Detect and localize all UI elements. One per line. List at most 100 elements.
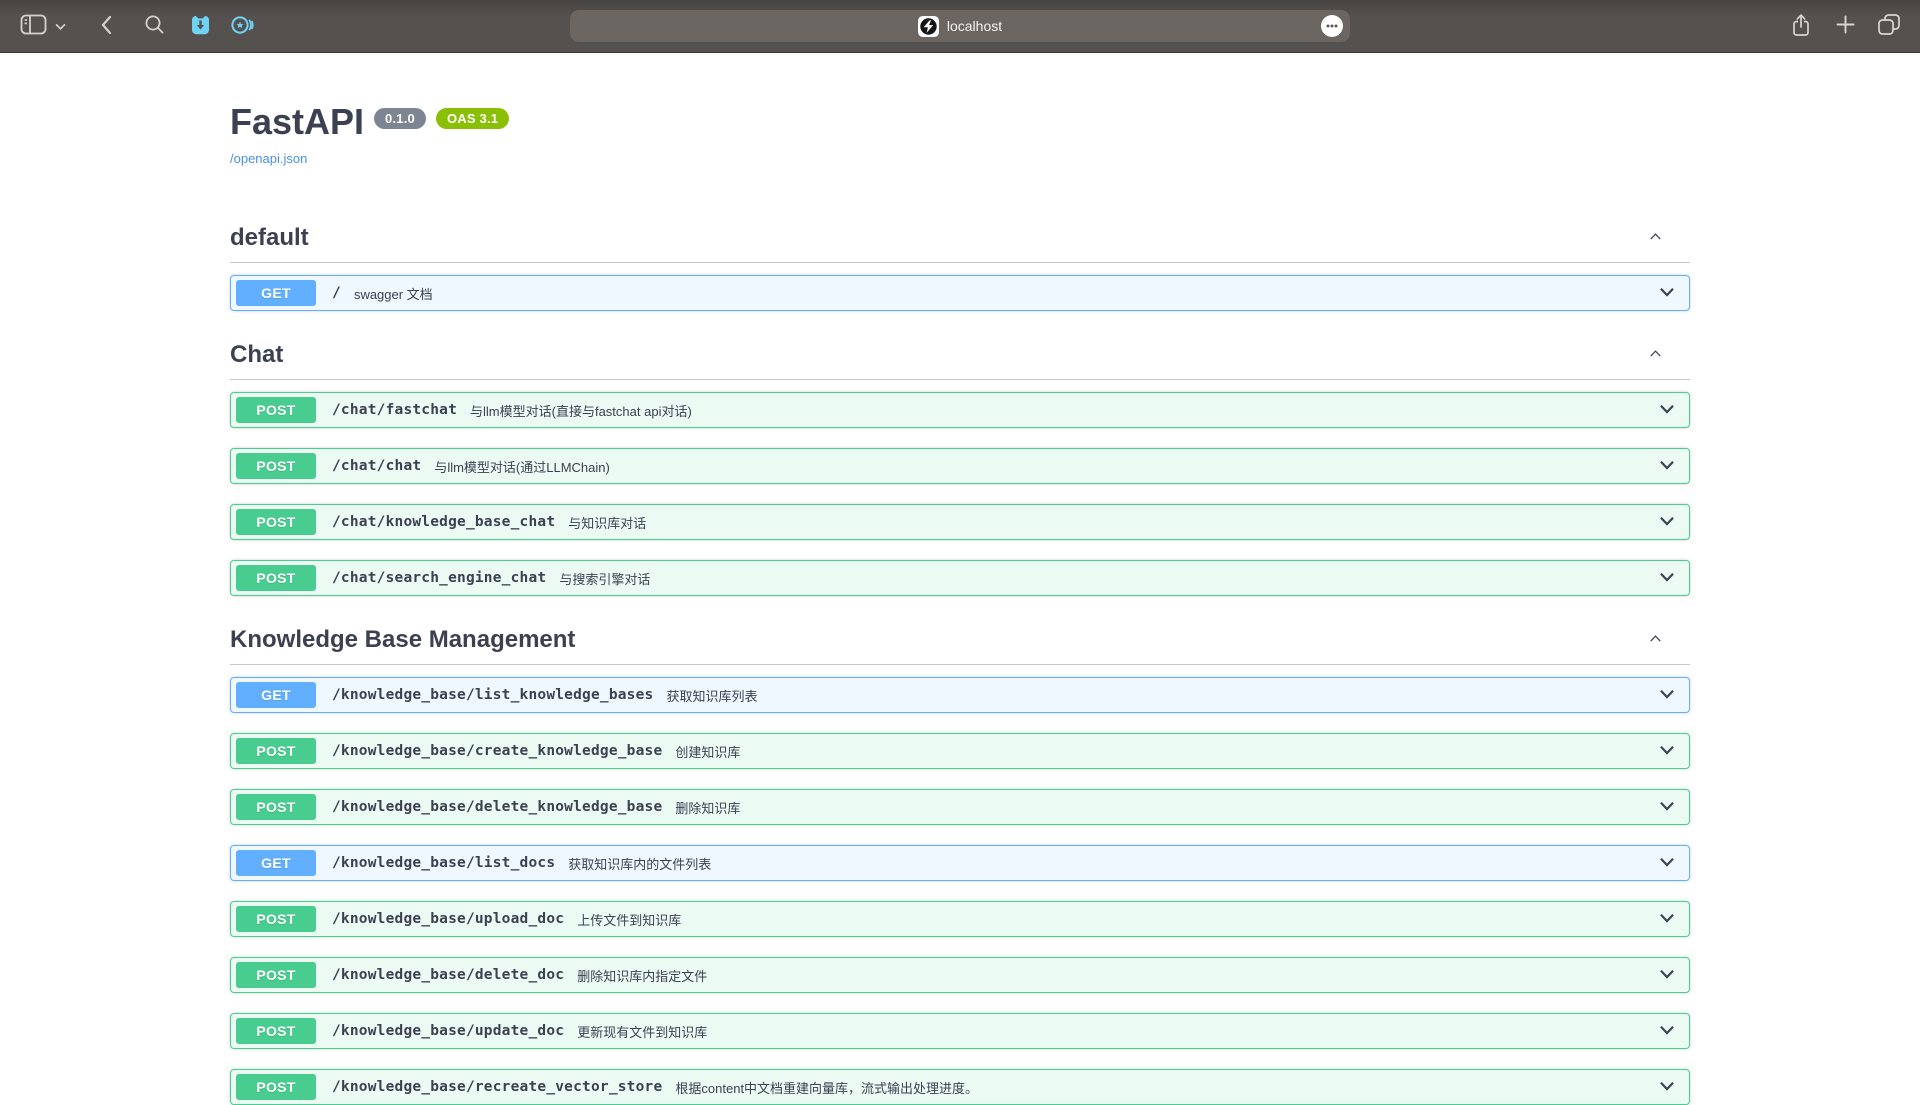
endpoint-row[interactable]: POST /knowledge_base/create_knowledge_ba… [230, 733, 1690, 769]
sidebar-toggle-button[interactable] [18, 10, 49, 42]
endpoint-summary: 上传文件到知识库 [577, 910, 681, 929]
section-collapse-button[interactable] [1647, 630, 1664, 650]
chevron-down-icon [1656, 281, 1678, 306]
endpoint-path: /chat/fastchat [332, 402, 457, 418]
method-badge: POST [236, 509, 316, 535]
endpoint-row[interactable]: POST /chat/search_engine_chat 与搜索引擎对话 [230, 560, 1690, 596]
endpoint-expand-button[interactable] [1656, 510, 1678, 535]
endpoint-row[interactable]: POST /knowledge_base/recreate_vector_sto… [230, 1069, 1690, 1105]
openapi-spec-link[interactable]: /openapi.json [230, 151, 307, 166]
download-shield-extension-button[interactable] [185, 10, 215, 42]
section-collapse-button[interactable] [1647, 228, 1664, 248]
browser-toolbar: localhost [0, 0, 1920, 53]
endpoint-row[interactable]: POST /chat/fastchat 与llm模型对话(直接与fastchat… [230, 392, 1690, 428]
oas-badge: OAS 3.1 [436, 108, 509, 129]
api-section: default GET / swagger 文档 [230, 214, 1690, 311]
method-badge: POST [236, 794, 316, 820]
endpoint-summary: 与搜索引擎对话 [559, 569, 650, 588]
endpoint-expand-button[interactable] [1656, 398, 1678, 423]
endpoint-summary: 删除知识库 [675, 798, 740, 817]
endpoint-summary: 与llm模型对话(直接与fastchat api对话) [470, 401, 692, 420]
version-badge: 0.1.0 [374, 108, 426, 129]
address-url: localhost [947, 18, 1002, 34]
endpoint-expand-button[interactable] [1656, 683, 1678, 708]
method-badge: POST [236, 738, 316, 764]
endpoint-expand-button[interactable] [1656, 454, 1678, 479]
endpoint-row[interactable]: POST /knowledge_base/delete_knowledge_ba… [230, 789, 1690, 825]
api-section: Chat POST /chat/fastchat 与llm模型对话(直接与fas… [230, 331, 1690, 596]
endpoint-expand-button[interactable] [1656, 963, 1678, 988]
section-title: default [230, 224, 309, 252]
extensions-ellipsis-icon[interactable] [1321, 15, 1343, 37]
chevron-down-icon [1656, 1075, 1678, 1100]
endpoint-row[interactable]: POST /chat/knowledge_base_chat 与知识库对话 [230, 504, 1690, 540]
section-collapse-button[interactable] [1647, 345, 1664, 365]
method-badge: POST [236, 1018, 316, 1044]
api-info: FastAPI 0.1.0 OAS 3.1 /openapi.json [230, 101, 1690, 168]
endpoint-row[interactable]: GET /knowledge_base/list_knowledge_bases… [230, 677, 1690, 713]
endpoint-expand-button[interactable] [1656, 739, 1678, 764]
endpoint-path: /chat/knowledge_base_chat [332, 514, 555, 530]
endpoint-expand-button[interactable] [1656, 795, 1678, 820]
endpoint-expand-button[interactable] [1656, 1019, 1678, 1044]
chevron-down-icon [1656, 963, 1678, 988]
section-header[interactable]: default [230, 214, 1690, 263]
endpoint-expand-button[interactable] [1656, 281, 1678, 306]
endpoint-path: /knowledge_base/recreate_vector_store [332, 1079, 662, 1095]
method-badge: GET [236, 280, 316, 306]
section-endpoints: GET /knowledge_base/list_knowledge_bases… [230, 677, 1690, 1105]
share-button[interactable] [1786, 10, 1816, 42]
section-header[interactable]: Knowledge Base Management [230, 616, 1690, 665]
method-badge: POST [236, 906, 316, 932]
endpoint-path: /chat/search_engine_chat [332, 570, 546, 586]
address-bar[interactable]: localhost [570, 10, 1350, 42]
endpoint-expand-button[interactable] [1656, 907, 1678, 932]
search-button[interactable] [139, 10, 169, 42]
sidebar-menu-chevron-button[interactable] [51, 10, 69, 42]
endpoint-expand-button[interactable] [1656, 1075, 1678, 1100]
endpoint-summary: 获取知识库列表 [666, 686, 757, 705]
site-favicon [918, 16, 939, 37]
record-circles-extension-button[interactable] [227, 10, 257, 42]
endpoint-path: /knowledge_base/list_docs [332, 855, 555, 871]
chevron-down-icon [1656, 795, 1678, 820]
chevron-down-icon [1656, 683, 1678, 708]
endpoint-expand-button[interactable] [1656, 566, 1678, 591]
endpoint-path: /knowledge_base/create_knowledge_base [332, 743, 662, 759]
tabs-icon [1877, 13, 1901, 39]
endpoint-path: /knowledge_base/list_knowledge_bases [332, 687, 653, 703]
section-endpoints: GET / swagger 文档 [230, 275, 1690, 311]
download-shield-extension-icon [188, 13, 213, 40]
search-icon [144, 14, 165, 38]
chevron-down-icon [1656, 1019, 1678, 1044]
method-badge: POST [236, 397, 316, 423]
endpoint-row[interactable]: GET / swagger 文档 [230, 275, 1690, 311]
record-circles-extension-icon [230, 13, 255, 40]
chevron-down-icon [1656, 907, 1678, 932]
method-badge: POST [236, 453, 316, 479]
section-endpoints: POST /chat/fastchat 与llm模型对话(直接与fastchat… [230, 392, 1690, 596]
chevron-up-icon [1647, 345, 1664, 365]
chevron-up-icon [1647, 228, 1664, 248]
section-title: Chat [230, 341, 283, 369]
endpoint-expand-button[interactable] [1656, 851, 1678, 876]
endpoint-row[interactable]: POST /knowledge_base/delete_doc 删除知识库内指定… [230, 957, 1690, 993]
tab-overview-button[interactable] [1874, 10, 1904, 42]
endpoint-path: / [332, 285, 341, 301]
endpoint-path: /knowledge_base/delete_knowledge_base [332, 799, 662, 815]
new-tab-button[interactable] [1830, 10, 1860, 42]
share-icon [1791, 13, 1811, 40]
section-header[interactable]: Chat [230, 331, 1690, 380]
endpoint-row[interactable]: POST /knowledge_base/upload_doc 上传文件到知识库 [230, 901, 1690, 937]
chevron-up-icon [1647, 630, 1664, 650]
chevron-down-icon [1656, 566, 1678, 591]
endpoint-row[interactable]: GET /knowledge_base/list_docs 获取知识库内的文件列… [230, 845, 1690, 881]
method-badge: POST [236, 1074, 316, 1100]
endpoint-path: /knowledge_base/delete_doc [332, 967, 564, 983]
page-title: FastAPI 0.1.0 OAS 3.1 [230, 101, 1690, 142]
endpoint-row[interactable]: POST /knowledge_base/update_doc 更新现有文件到知… [230, 1013, 1690, 1049]
endpoint-summary: 与llm模型对话(通过LLMChain) [434, 457, 610, 476]
back-button[interactable] [91, 10, 121, 42]
endpoint-summary: 创建知识库 [675, 742, 740, 761]
endpoint-row[interactable]: POST /chat/chat 与llm模型对话(通过LLMChain) [230, 448, 1690, 484]
